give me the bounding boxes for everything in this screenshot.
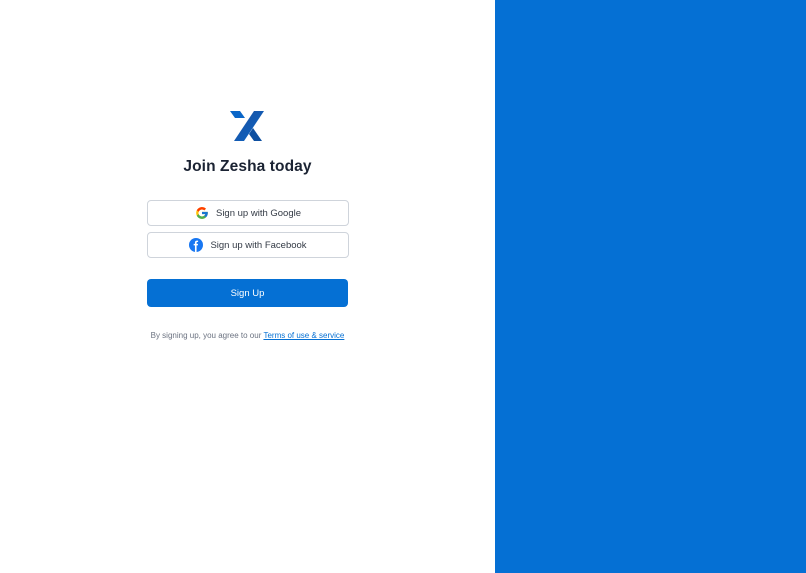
google-signup-label: Sign up with Google: [215, 207, 302, 219]
facebook-signup-button[interactable]: Sign up with Facebook: [147, 232, 349, 258]
google-signup-button[interactable]: Sign up with Google: [147, 200, 349, 226]
brand-panel: [495, 0, 806, 573]
signup-button[interactable]: Sign Up: [147, 279, 348, 307]
signup-page: Join Zesha today Sign up with Google Sig…: [0, 0, 806, 573]
signup-panel: Join Zesha today Sign up with Google Sig…: [0, 0, 495, 573]
facebook-signup-label: Sign up with Facebook: [210, 239, 307, 251]
terms-notice: By signing up, you agree to our Terms of…: [120, 331, 375, 340]
google-icon: [195, 206, 209, 220]
terms-prefix: By signing up, you agree to our: [150, 331, 262, 340]
zesha-logo-icon: [230, 111, 264, 141]
terms-link[interactable]: Terms of use & service: [263, 331, 344, 340]
page-title: Join Zesha today: [183, 158, 312, 175]
facebook-icon: [189, 238, 204, 252]
